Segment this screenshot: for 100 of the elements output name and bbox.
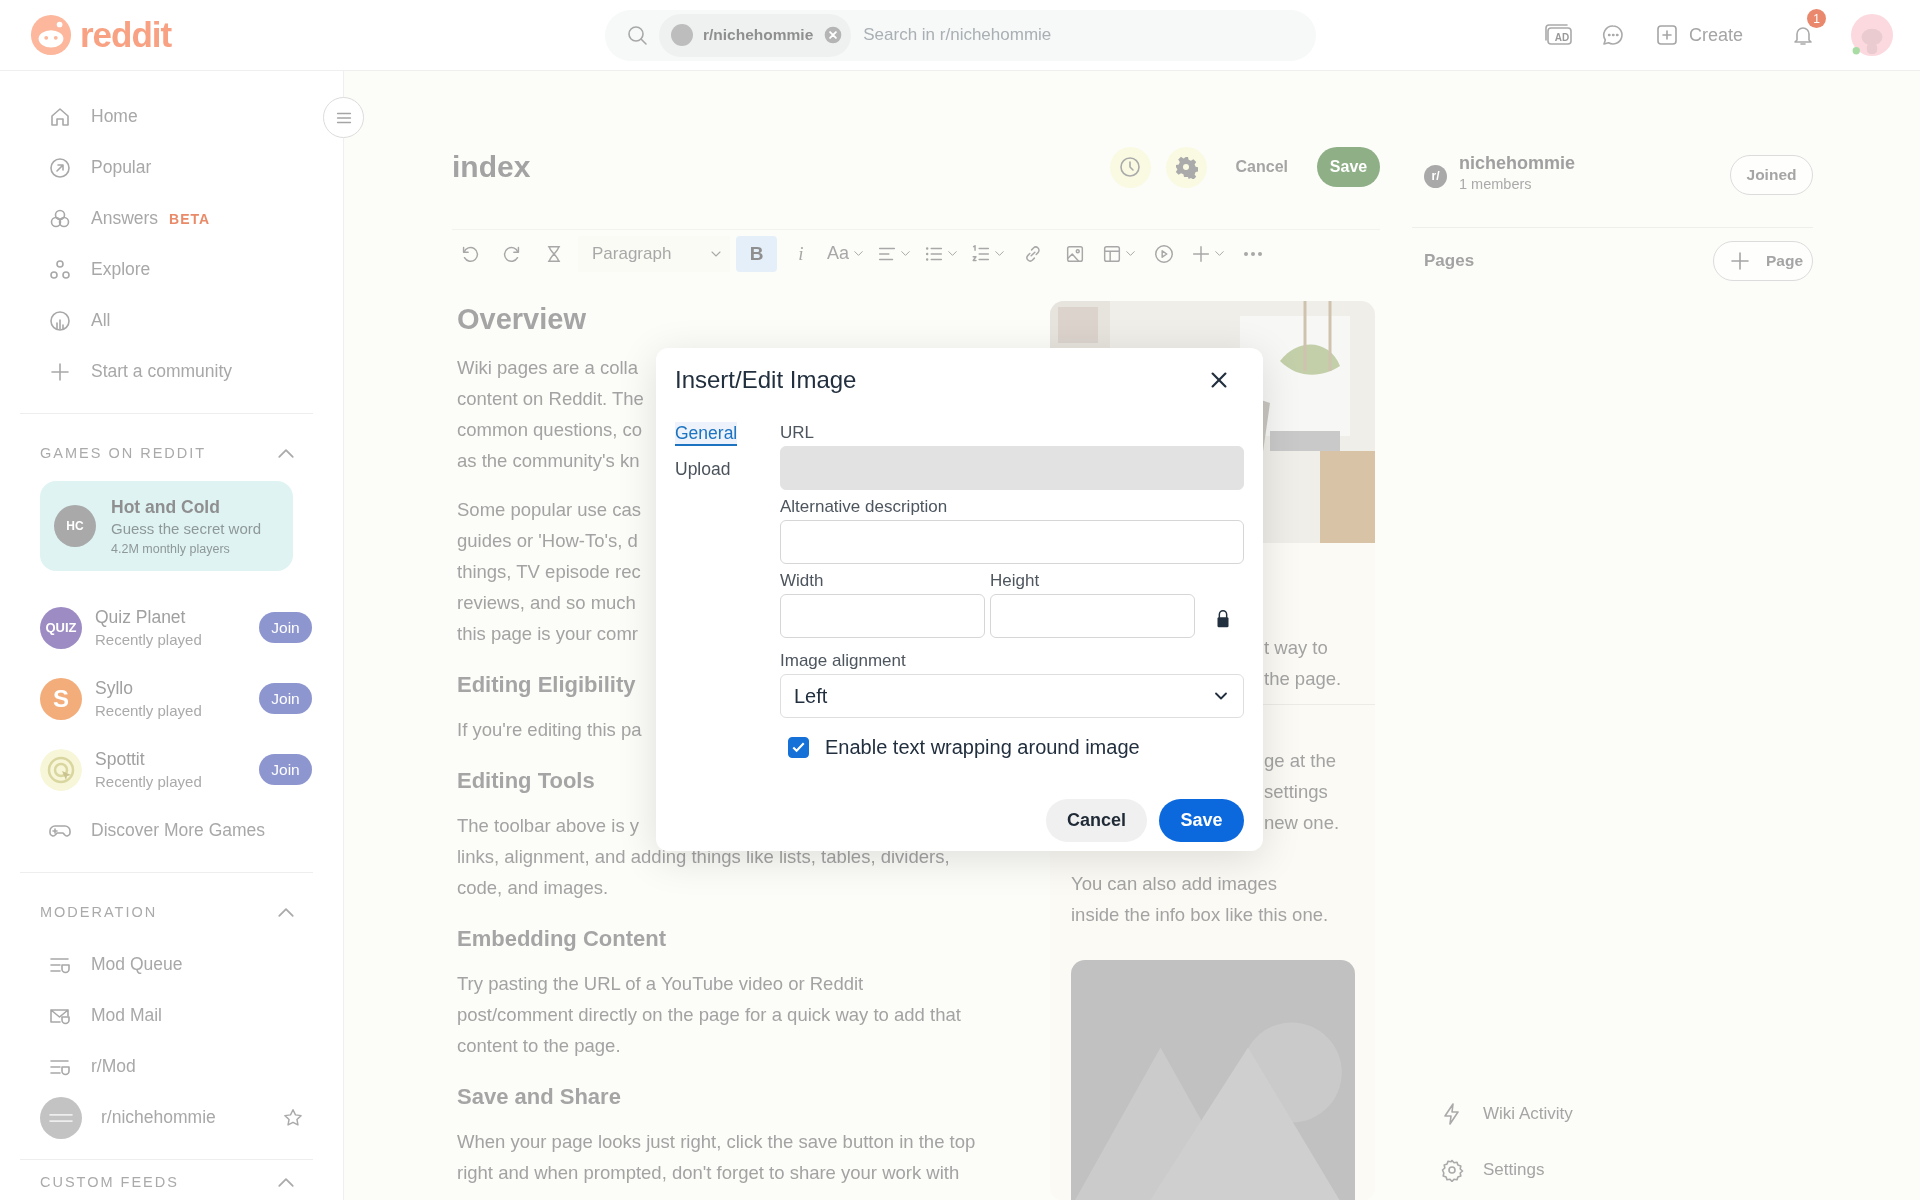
paragraph-line: links, alignment, and adding things like lists, tables, dividers,	[457, 845, 950, 869]
game-status: Recently played	[95, 773, 203, 790]
sidebar-label: r/Mod	[91, 1056, 136, 1077]
save-button[interactable]: Save	[1317, 147, 1380, 187]
plus-icon	[1728, 249, 1752, 273]
logo-icon	[30, 14, 72, 56]
paragraph-line: Try pasting the URL of a YouTube video or Reddit	[457, 972, 864, 996]
page-title: index	[452, 150, 531, 184]
sidebar-item[interactable]: Mod Mail	[20, 990, 312, 1041]
input-field[interactable]	[780, 594, 985, 638]
input-field[interactable]	[780, 520, 1244, 564]
add-page-button[interactable]: Page	[1713, 241, 1813, 281]
create-button[interactable]: Create	[1650, 15, 1747, 55]
game-title: Spottit	[95, 749, 146, 770]
game-card[interactable]: HC Hot and Cold Guess the secret word 4.2M monthly players	[40, 481, 293, 571]
community-icon: r/	[1424, 164, 1447, 188]
sidebar-item[interactable]: Discover More Games	[20, 805, 312, 856]
joined-button[interactable]: Joined	[1730, 155, 1813, 195]
link-label: Wiki Activity	[1483, 1104, 1573, 1124]
dialog-tab[interactable]: Upload	[675, 458, 731, 482]
community-avatar	[40, 1096, 82, 1139]
search-field[interactable]: r/nichehommie Search in r/nichehommie	[605, 9, 1316, 61]
sidebar-item[interactable]: Home	[20, 91, 312, 142]
settings-icon	[1440, 1158, 1464, 1182]
caret-icon	[278, 1177, 294, 1187]
italic-button[interactable]: i	[783, 235, 819, 272]
paragraph-line: settings	[1264, 780, 1328, 804]
avatar-icon	[1851, 14, 1893, 56]
cancel-button[interactable]: Cancel	[1046, 799, 1147, 842]
join-button[interactable]: Join	[259, 683, 312, 714]
section-heading: Save and Share	[457, 1083, 621, 1111]
sidebar-item[interactable]: Mod Queue	[20, 939, 312, 990]
sidebar-item[interactable]: Explore	[20, 244, 312, 295]
sidebar-label: Popular	[91, 157, 152, 178]
sidebar-link[interactable]: Settings	[1440, 1142, 1813, 1198]
alignment-dropdown[interactable]: Left	[780, 674, 1244, 718]
sidebar-item[interactable]: Answers BETA	[20, 193, 312, 244]
paragraph-line: Wiki pages are a colla	[457, 356, 638, 380]
field-label: Height	[990, 570, 1041, 592]
section-title: MODERATION	[40, 904, 158, 920]
dialog-tab[interactable]: General	[675, 422, 738, 446]
logo-wordmark: reddit	[80, 15, 172, 55]
paragraph-line: When your page looks just right, click the save button in the top	[457, 1130, 976, 1154]
sidebar-item[interactable]: Popular	[20, 142, 312, 193]
play-icon	[1153, 242, 1176, 265]
paragraph-line: content on Reddit. The	[457, 387, 644, 411]
paragraph-line: right and when prompted, don't forget to share your work with	[457, 1161, 960, 1185]
history-button[interactable]	[1109, 146, 1151, 188]
paragraph-line: reviews, and so much	[457, 591, 636, 615]
sidebar-label: Home	[91, 106, 138, 127]
input-field[interactable]	[990, 594, 1195, 638]
paragraph-line: ge at the	[1264, 749, 1336, 773]
join-button[interactable]: Join	[259, 612, 312, 643]
join-button[interactable]: Join	[259, 754, 312, 785]
paragraph-line: guides or 'How-To's, d	[457, 529, 638, 553]
paragraph-line: The toolbar above is y	[457, 814, 640, 838]
target-icon	[40, 748, 82, 791]
checkbox[interactable]	[788, 736, 809, 758]
paragraph-line: content to the page.	[457, 1034, 621, 1058]
settings-button[interactable]	[1165, 146, 1207, 188]
paragraph-line: things, TV episode rec	[457, 560, 641, 584]
game-status: Recently played	[95, 631, 203, 648]
paragraph-line: You can also add images	[1071, 872, 1279, 896]
sidebar-link[interactable]: Wiki Activity	[1440, 1086, 1813, 1142]
paragraph-line: post/comment directly on the page for a quick way to add that	[457, 1003, 961, 1027]
game-title: Hot and Cold	[111, 496, 221, 518]
bold-button[interactable]: B	[736, 235, 777, 272]
game-avatar: QUIZ	[40, 606, 82, 649]
field-label: Width	[780, 570, 825, 592]
beta-label: BETA	[169, 210, 211, 227]
sidebar-item[interactable]: r/nichehommie	[20, 1092, 312, 1143]
sidebar-item[interactable]: All	[20, 295, 312, 346]
save-button[interactable]: Save	[1159, 799, 1244, 842]
sidebar-label: All	[91, 310, 111, 331]
star-icon[interactable]	[282, 1106, 304, 1129]
game-title: Quiz Planet	[95, 607, 187, 628]
field-label: Alternative description	[780, 496, 948, 518]
pages-heading: Pages	[1424, 251, 1475, 271]
search-icon	[625, 23, 649, 47]
font-size-button[interactable]: Aa	[825, 235, 869, 272]
sidebar-label: Discover More Games	[91, 820, 266, 841]
section-title: GAMES ON REDDIT	[40, 445, 207, 461]
member-count: 1 members	[1459, 175, 1533, 192]
paragraph-line: code, and images.	[457, 876, 609, 900]
sidebar-item[interactable]: Start a community	[20, 346, 312, 397]
cancel-button[interactable]: Cancel	[1221, 158, 1302, 176]
field-label: URL	[780, 422, 814, 444]
avatar-button[interactable]	[1851, 14, 1893, 56]
ad-icon	[1543, 23, 1574, 47]
sidebar-label: Start a community	[91, 361, 233, 382]
caret-icon	[278, 448, 294, 458]
advertise-button[interactable]: AD	[1542, 19, 1575, 51]
clear-icon	[823, 25, 844, 45]
sidebar-label: Answers	[91, 208, 159, 229]
community-chip[interactable]: r/nichehommie	[659, 13, 852, 57]
game-avatar: HC	[54, 505, 96, 547]
caret-icon	[278, 907, 294, 917]
gear-icon	[1174, 155, 1199, 179]
paragraph-line: common questions, co	[457, 418, 643, 442]
sidebar-item[interactable]: r/Mod	[20, 1041, 312, 1092]
